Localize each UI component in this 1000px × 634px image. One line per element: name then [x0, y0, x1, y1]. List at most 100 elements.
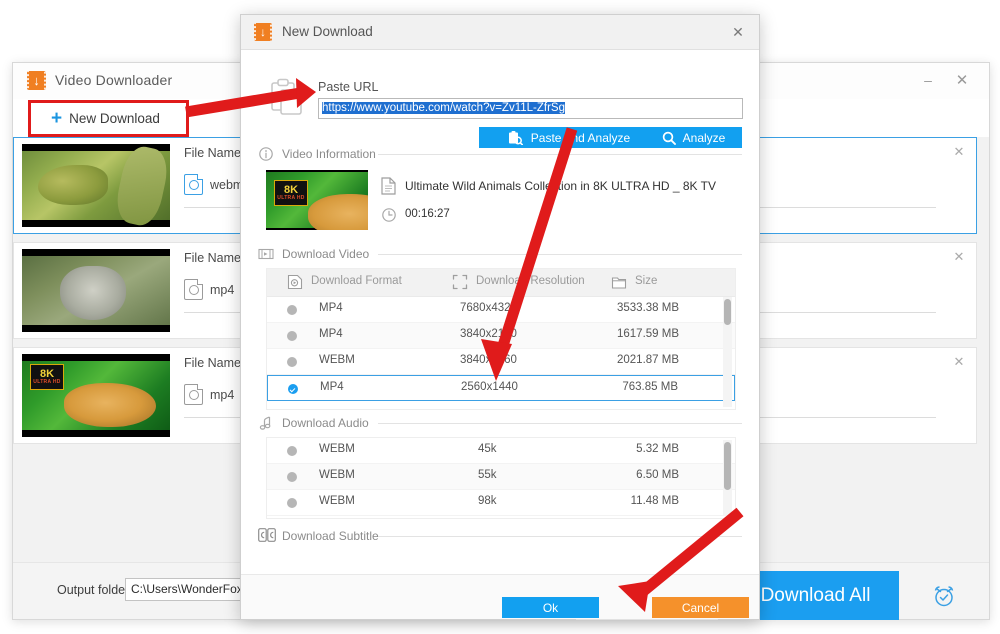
table-row-selected[interactable]: MP4 2560x1440 763.85 MB [267, 375, 735, 401]
section-label: Download Subtitle [282, 529, 379, 543]
resolution-frame-icon [452, 274, 468, 290]
section-label: Download Video [282, 247, 370, 261]
scrollbar-thumb[interactable] [724, 442, 731, 490]
badge-bottom-label: ULTRA HD [277, 194, 305, 201]
table-row[interactable]: WEBM 3840x2160 2021.87 MB [267, 349, 735, 375]
file-format-label: mp4 [210, 282, 235, 297]
new-download-dialog: ↓ New Download ✕ Paste URL https://www.y… [240, 14, 760, 620]
8k-badge-icon: 8K ULTRA HD [30, 364, 64, 390]
dialog-logo-icon: ↓ [254, 23, 272, 41]
table-header-row: Download Format Download Resolution Size [267, 269, 735, 297]
video-thumbnail: 8K ULTRA HD [22, 354, 170, 437]
video-title: Ultimate Wild Animals Collection in 8K U… [405, 179, 716, 193]
alarm-clock-icon[interactable] [917, 571, 971, 620]
size-folder-icon [611, 274, 627, 290]
cell-format: WEBM [319, 443, 355, 455]
table-row[interactable]: MP4 7680x4320 3533.38 MB [267, 297, 735, 323]
row-radio-icon[interactable] [287, 498, 297, 508]
column-header-format: Download Format [311, 275, 402, 287]
format-disc-icon [287, 274, 303, 290]
cell-bitrate: 55k [478, 469, 497, 481]
cell-format: MP4 [320, 381, 344, 393]
analyze-label: Analyze [682, 130, 726, 145]
cell-resolution: 7680x4320 [460, 302, 517, 314]
column-header-size: Size [635, 275, 658, 287]
cell-format: MP4 [319, 328, 343, 340]
cell-format: WEBM [319, 495, 355, 507]
cell-format: WEBM [319, 469, 355, 481]
new-download-label: New Download [69, 110, 160, 126]
section-label: Video Information [282, 147, 376, 161]
table-row[interactable]: WEBM 45k 5.32 MB [267, 438, 735, 464]
search-icon [662, 131, 676, 145]
row-radio-icon[interactable] [287, 357, 297, 367]
table-row[interactable]: MP4 3840x2160 1617.59 MB [267, 323, 735, 349]
row-radio-icon[interactable] [287, 305, 297, 315]
url-input-value: https://www.youtube.com/watch?v=Zv11L-Zf… [322, 102, 565, 114]
remove-item-button[interactable]: ✕ [951, 144, 967, 160]
row-radio-icon[interactable] [287, 446, 297, 456]
cell-bitrate: 98k [478, 495, 497, 507]
table-row[interactable]: WEBM 98k 11.48 MB [267, 490, 735, 516]
cell-bitrate: 45k [478, 443, 497, 455]
url-input[interactable]: https://www.youtube.com/watch?v=Zv11L-Zf… [318, 98, 743, 119]
dialog-footer: Ok Cancel [241, 574, 759, 619]
badge-top-label: 8K [283, 183, 299, 196]
dialog-close-icon[interactable]: ✕ [728, 23, 748, 41]
file-format-label: webm [210, 177, 244, 192]
media-file-icon [184, 278, 204, 300]
info-icon [258, 146, 274, 162]
cell-format: MP4 [319, 302, 343, 314]
scrollbar-thumb[interactable] [724, 299, 731, 325]
document-icon [381, 177, 396, 195]
dialog-title: New Download [282, 24, 373, 39]
paste-and-analyze-label: Paste and Analyze [530, 130, 631, 145]
media-file-icon [184, 173, 204, 195]
video-duration: 00:16:27 [405, 208, 450, 220]
video-thumbnail [22, 144, 170, 227]
cell-size: 1617.59 MB [616, 328, 679, 340]
cell-size: 6.50 MB [636, 469, 679, 481]
cancel-button[interactable]: Cancel [652, 597, 749, 618]
cell-size: 763.85 MB [622, 381, 678, 393]
badge-bottom-label: ULTRA HD [33, 378, 61, 385]
remove-item-button[interactable]: ✕ [951, 249, 967, 265]
clipboard-icon [266, 75, 308, 117]
section-download-subtitle: Download Subtitle [258, 528, 742, 544]
video-format-table[interactable]: Download Format Download Resolution Size [266, 268, 736, 410]
new-download-button[interactable]: + New Download [45, 105, 166, 131]
row-radio-icon[interactable] [287, 331, 297, 341]
ok-button[interactable]: Ok [502, 597, 599, 618]
audio-format-table[interactable]: WEBM 45k 5.32 MB WEBM 55k 6.50 MB WEBM 9… [266, 437, 736, 519]
clipboard-search-icon [508, 130, 523, 145]
minimize-button[interactable]: – [915, 69, 941, 91]
output-folder-label: Output folder: [57, 583, 133, 597]
badge-top-label: 8K [39, 367, 55, 380]
paste-and-analyze-button[interactable]: Paste and Analyze [479, 127, 659, 148]
analyze-button[interactable]: Analyze [645, 127, 742, 148]
divider [378, 423, 742, 424]
closed-caption-icon [258, 528, 276, 544]
section-label: Download Audio [282, 416, 369, 430]
close-window-button[interactable]: ✕ [949, 69, 975, 91]
cell-size: 3533.38 MB [616, 302, 679, 314]
cell-resolution: 3840x2160 [460, 354, 517, 366]
clock-icon [381, 207, 397, 223]
remove-item-button[interactable]: ✕ [951, 354, 967, 370]
cell-format: WEBM [319, 354, 355, 366]
cell-size: 5.32 MB [636, 443, 679, 455]
cell-size: 2021.87 MB [616, 354, 679, 366]
film-icon [258, 246, 274, 262]
row-radio-icon[interactable] [287, 472, 297, 482]
video-information-thumbnail: 8K ULTRA HD [266, 170, 368, 230]
file-format-label: mp4 [210, 387, 235, 402]
section-video-information: Video Information [258, 146, 742, 162]
media-file-icon [184, 383, 204, 405]
table-row[interactable]: WEBM 55k 6.50 MB [267, 464, 735, 490]
row-radio-icon-checked[interactable] [288, 384, 298, 394]
music-note-icon [258, 415, 274, 431]
section-download-audio: Download Audio [258, 415, 742, 431]
divider [378, 254, 742, 255]
column-header-resolution: Download Resolution [476, 275, 585, 287]
cell-size: 11.48 MB [630, 495, 679, 507]
